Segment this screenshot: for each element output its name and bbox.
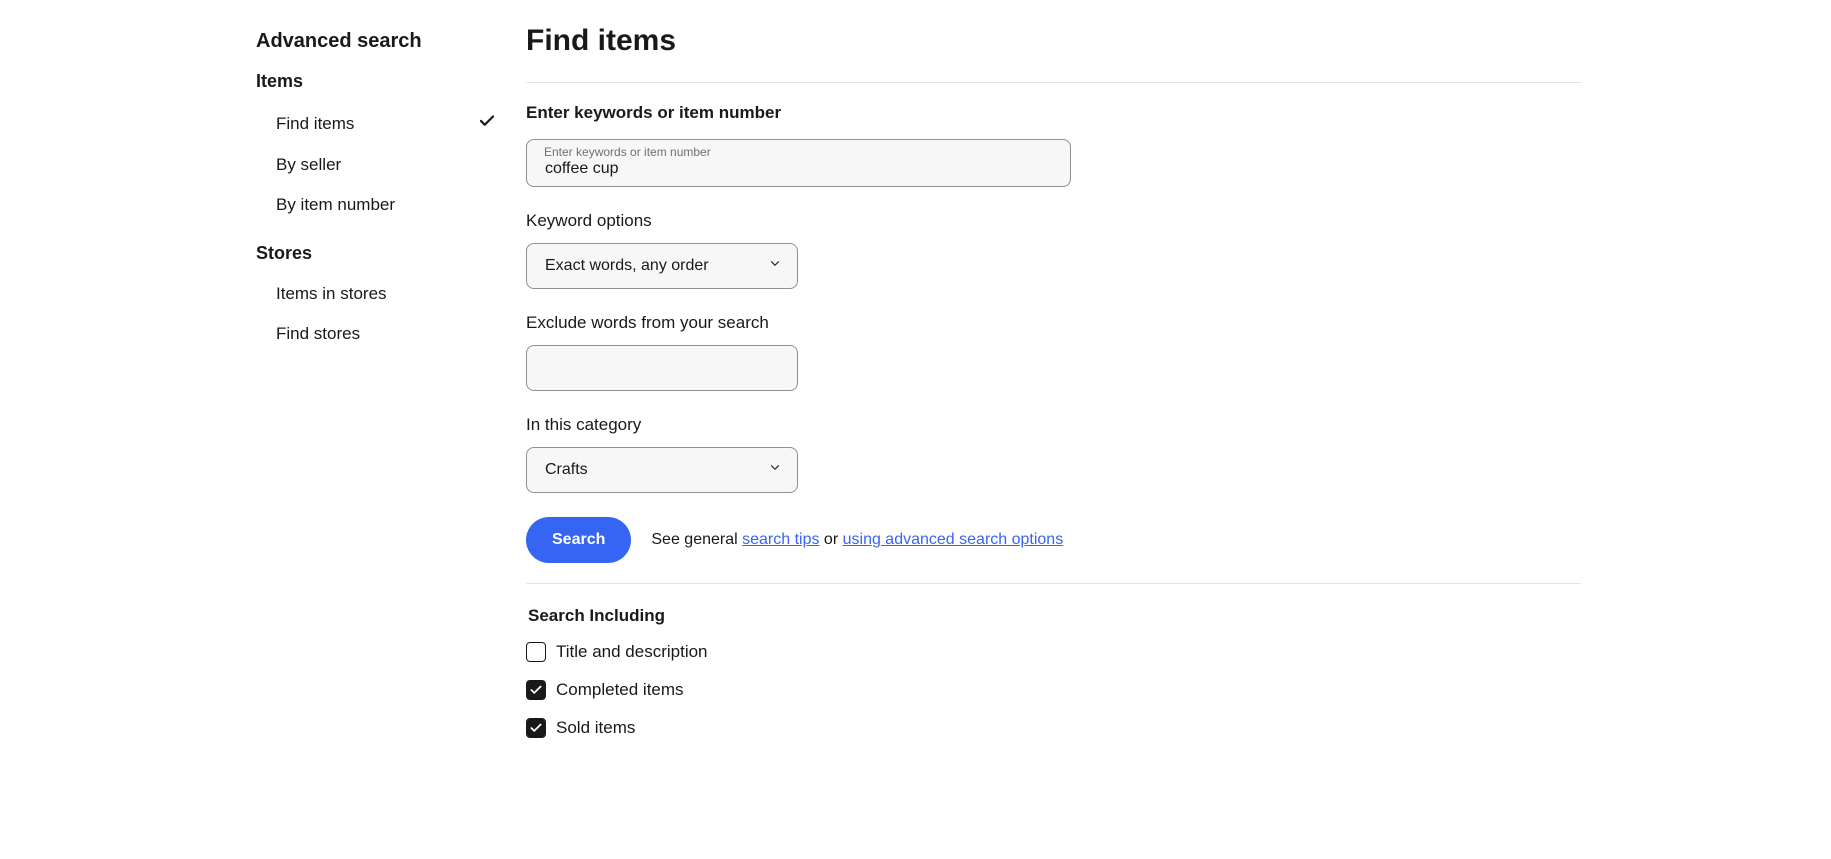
check-icon xyxy=(478,112,496,135)
category-label: In this category xyxy=(526,415,1581,435)
include-title-description-label: Title and description xyxy=(556,642,708,662)
search-button[interactable]: Search xyxy=(526,517,631,563)
include-completed-items-checkbox[interactable] xyxy=(526,680,546,700)
help-text: See general search tips or using advance… xyxy=(651,531,1063,549)
keyword-options-label: Keyword options xyxy=(526,211,1581,231)
sidebar-item-label: By item number xyxy=(276,195,395,215)
divider xyxy=(526,583,1581,584)
keyword-options-value: Exact words, any order xyxy=(545,257,709,275)
sidebar-section-items: Items xyxy=(256,71,526,92)
keywords-input[interactable] xyxy=(526,139,1071,187)
sidebar: Advanced search Items Find items By sell… xyxy=(256,20,526,756)
include-completed-items-label: Completed items xyxy=(556,680,684,700)
search-tips-link[interactable]: search tips xyxy=(742,531,819,548)
sidebar-item-label: Find stores xyxy=(276,324,360,344)
include-title-description-row: Title and description xyxy=(526,642,1581,662)
include-sold-items-row: Sold items xyxy=(526,718,1581,738)
include-completed-items-row: Completed items xyxy=(526,680,1581,700)
sidebar-title: Advanced search xyxy=(256,30,526,53)
sidebar-item-label: Find items xyxy=(276,114,354,134)
keyword-options-select[interactable]: Exact words, any order xyxy=(526,243,798,289)
page-title: Find items xyxy=(526,24,1581,58)
sidebar-item-find-items[interactable]: Find items xyxy=(256,102,526,145)
sidebar-items-list: Find items By seller By item number xyxy=(256,102,526,225)
help-prefix: See general xyxy=(651,531,742,548)
search-row: Search See general search tips or using … xyxy=(526,517,1581,563)
sidebar-section-stores: Stores xyxy=(256,243,526,264)
exclude-words-input[interactable] xyxy=(526,345,798,391)
sidebar-item-by-item-number[interactable]: By item number xyxy=(256,185,526,225)
keyword-options-select-wrap: Exact words, any order xyxy=(526,243,798,289)
exclude-words-label: Exclude words from your search xyxy=(526,313,1581,333)
help-mid: or xyxy=(819,531,842,548)
include-sold-items-label: Sold items xyxy=(556,718,635,738)
main-content: Find items Enter keywords or item number… xyxy=(526,20,1831,756)
category-select[interactable]: Crafts xyxy=(526,447,798,493)
sidebar-item-label: Items in stores xyxy=(276,284,387,304)
include-title-description-checkbox[interactable] xyxy=(526,642,546,662)
keywords-input-wrap: Enter keywords or item number xyxy=(526,139,1071,187)
sidebar-item-label: By seller xyxy=(276,155,341,175)
include-sold-items-checkbox[interactable] xyxy=(526,718,546,738)
keywords-section-label: Enter keywords or item number xyxy=(526,103,1581,123)
sidebar-item-items-in-stores[interactable]: Items in stores xyxy=(256,274,526,314)
sidebar-item-find-stores[interactable]: Find stores xyxy=(256,314,526,354)
sidebar-item-by-seller[interactable]: By seller xyxy=(256,145,526,185)
category-select-wrap: Crafts xyxy=(526,447,798,493)
sidebar-stores-list: Items in stores Find stores xyxy=(256,274,526,354)
divider xyxy=(526,82,1581,83)
category-value: Crafts xyxy=(545,461,588,479)
search-including-heading: Search Including xyxy=(528,606,1581,626)
advanced-search-options-link[interactable]: using advanced search options xyxy=(843,531,1064,548)
